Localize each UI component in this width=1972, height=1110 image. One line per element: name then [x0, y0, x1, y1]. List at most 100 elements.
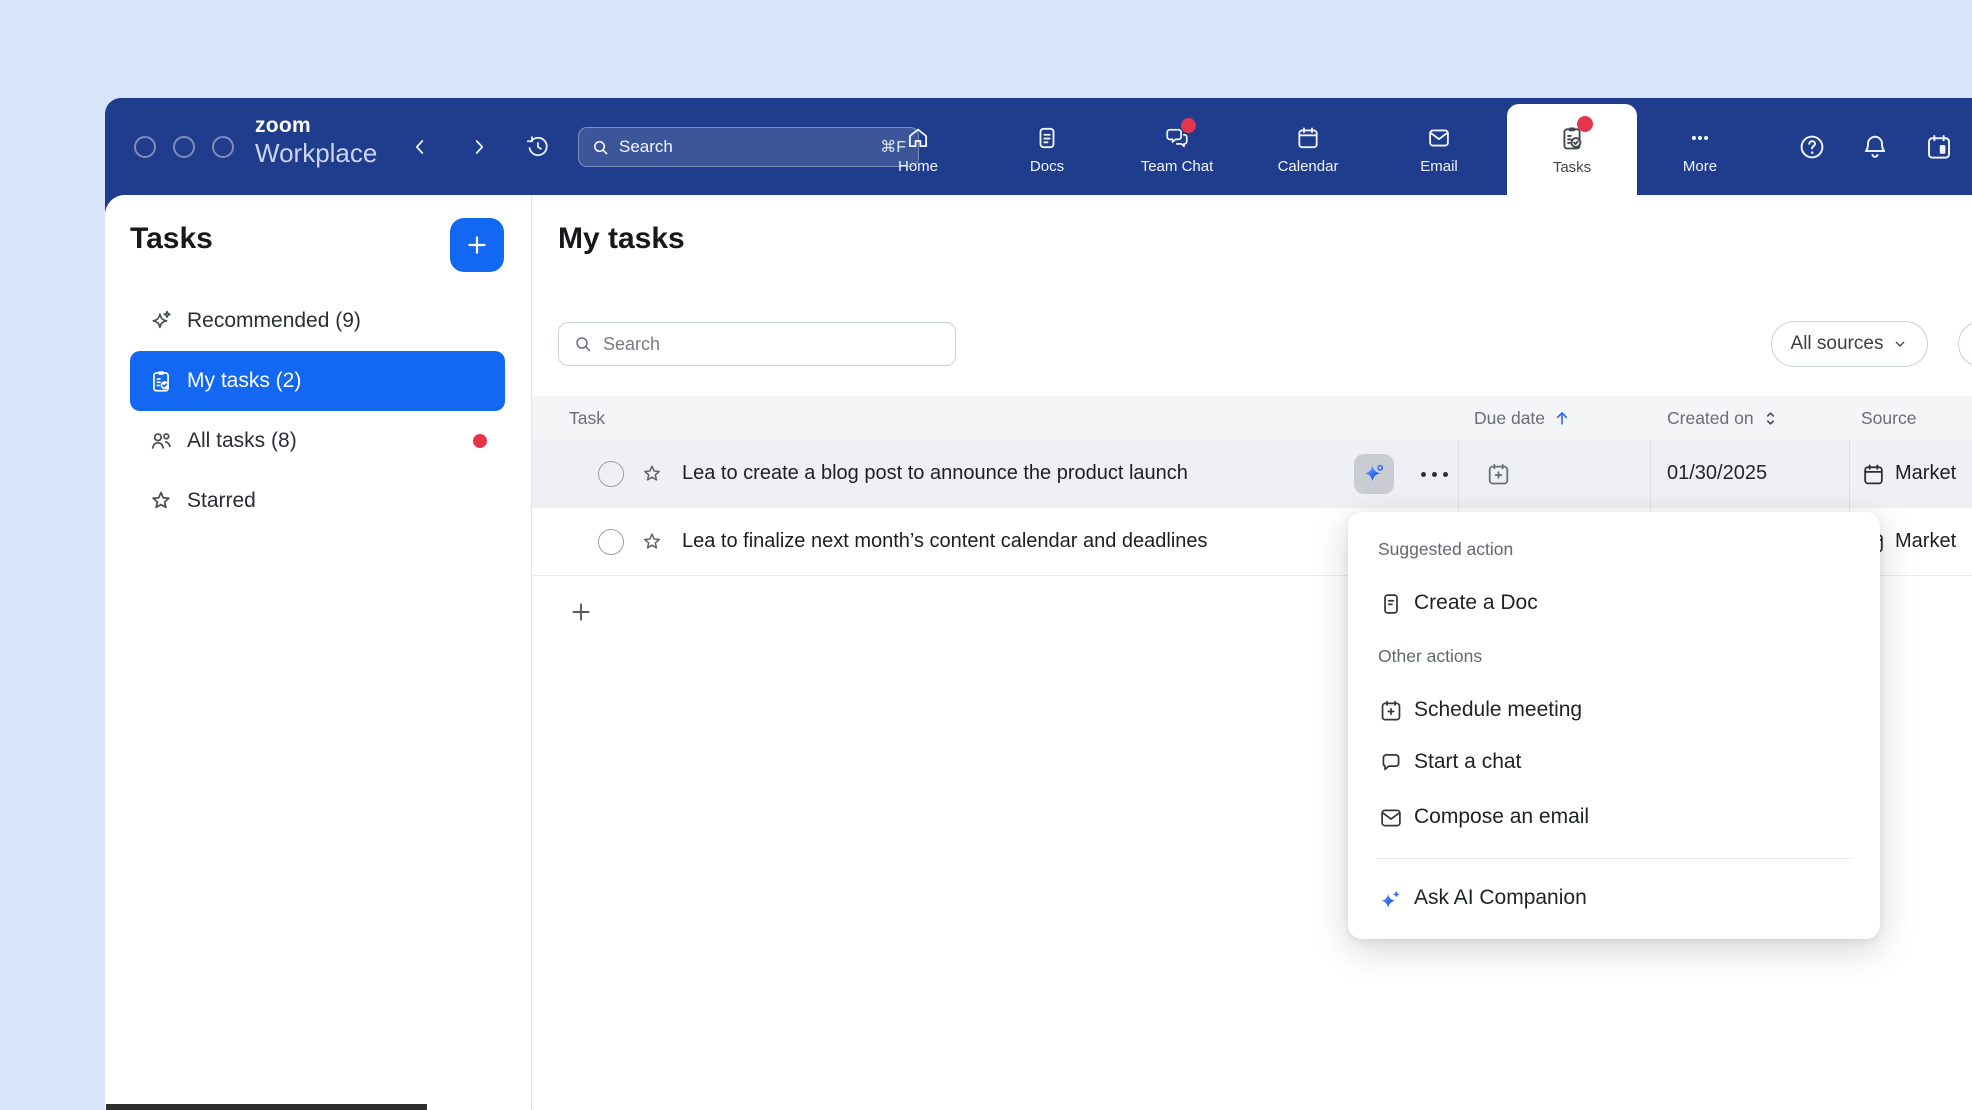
chevron-right-icon [468, 136, 490, 158]
star-icon [148, 488, 174, 514]
row-more-button[interactable] [1412, 458, 1456, 490]
source-calendar-icon [1861, 462, 1886, 487]
menu-item-create-doc[interactable]: Create a Doc [1348, 578, 1880, 630]
task-complete-circle[interactable] [598, 529, 624, 555]
chevron-down-icon [1892, 336, 1908, 352]
search-icon [573, 334, 593, 354]
plus-icon [568, 599, 594, 625]
notifications-button[interactable] [1856, 128, 1894, 166]
more-icon [1687, 125, 1713, 151]
menu-item-ask-ai-companion[interactable]: Ask AI Companion [1348, 873, 1880, 925]
task-search-input[interactable] [603, 334, 941, 355]
task-complete-circle[interactable] [598, 461, 624, 487]
sort-both-icon [1761, 409, 1780, 428]
column-header-due-date[interactable]: Due date [1474, 396, 1572, 440]
tab-docs-label: Docs [1030, 158, 1064, 175]
add-task-button[interactable] [450, 218, 504, 272]
tab-home-label: Home [898, 158, 938, 175]
sidebar-item-my-tasks[interactable]: My tasks (2) [130, 351, 505, 411]
history-icon [525, 134, 551, 160]
history-button[interactable] [519, 128, 557, 166]
tab-calendar[interactable]: Calendar [1253, 104, 1363, 195]
window-control-close[interactable] [134, 136, 156, 158]
task-row[interactable]: Lea to create a blog post to announce th… [532, 440, 1972, 508]
tab-tasks-active[interactable]: Tasks [1507, 104, 1637, 195]
window-control-zoom[interactable] [212, 136, 234, 158]
ai-sparkle-icon [1361, 461, 1387, 487]
suggested-actions-menu: Suggested action Create a Doc Other acti… [1348, 512, 1880, 939]
help-button[interactable] [1793, 128, 1831, 166]
column-header-task: Task [569, 396, 605, 440]
tab-team-chat-label: Team Chat [1141, 158, 1214, 175]
clipped-filter-button[interactable] [1958, 321, 1972, 367]
menu-item-compose-email[interactable]: Compose an email [1348, 792, 1880, 844]
global-search-input[interactable] [619, 137, 871, 157]
tasks-icon [1558, 124, 1586, 152]
star-icon[interactable] [640, 462, 664, 486]
tab-home[interactable]: Home [863, 104, 973, 195]
sort-ascending-icon [1552, 408, 1572, 428]
home-icon [905, 125, 931, 151]
tasks-sidebar: Tasks Recommended (9) My tasks (2) All t… [105, 195, 531, 1110]
menu-item-schedule-meeting[interactable]: Schedule meeting [1348, 685, 1880, 737]
tab-team-chat[interactable]: Team Chat [1122, 104, 1232, 195]
task-source: Market [1895, 462, 1956, 485]
tasks-badge [1577, 116, 1593, 132]
bell-icon [1860, 132, 1890, 162]
window-controls [134, 136, 234, 158]
sidebar-item-all-tasks[interactable]: All tasks (8) [130, 411, 505, 471]
task-created-on: 01/30/2025 [1667, 462, 1767, 485]
all-tasks-badge [473, 434, 487, 448]
logo-suite: Workplace [255, 140, 377, 166]
envelope-icon [1378, 805, 1404, 831]
sidebar-item-label: Recommended (9) [187, 309, 361, 333]
search-icon [591, 138, 610, 157]
help-icon [1797, 132, 1827, 162]
menu-section-label: Other actions [1378, 646, 1482, 667]
zoom-workplace-logo: zoom Workplace [255, 115, 377, 166]
menu-section-label: Suggested action [1378, 539, 1513, 560]
tab-calendar-label: Calendar [1278, 158, 1339, 175]
tab-more[interactable]: More [1645, 104, 1755, 195]
sidebar-item-recommended[interactable]: Recommended (9) [130, 291, 505, 351]
ai-sparkle-icon [1378, 886, 1404, 912]
sidebar-item-label: My tasks (2) [187, 369, 301, 393]
window-control-minimize[interactable] [173, 136, 195, 158]
ai-companion-button[interactable] [1354, 454, 1394, 494]
team-chat-icon [1164, 125, 1190, 151]
menu-item-start-chat[interactable]: Start a chat [1348, 737, 1880, 789]
source-filter-dropdown[interactable]: All sources [1771, 321, 1928, 367]
top-header: zoom Workplace [105, 98, 1972, 195]
add-due-date-icon[interactable] [1485, 461, 1512, 488]
task-source: Market [1895, 530, 1956, 553]
task-search[interactable] [558, 322, 956, 366]
email-icon [1426, 125, 1452, 151]
task-title: Lea to create a blog post to announce th… [682, 462, 1188, 485]
back-button[interactable] [401, 128, 439, 166]
tab-more-label: More [1683, 158, 1717, 175]
source-filter-label: All sources [1791, 333, 1884, 355]
docs-icon [1034, 125, 1060, 151]
plus-icon [464, 232, 490, 258]
chevron-left-icon [409, 136, 431, 158]
calendar-plus-icon [1378, 698, 1404, 724]
task-title: Lea to finalize next month’s content cal… [682, 530, 1208, 553]
today-calendar-button[interactable] [1920, 128, 1958, 166]
column-header-source: Source [1861, 396, 1916, 440]
column-header-created-on[interactable]: Created on [1667, 396, 1780, 440]
chat-bubble-icon [1378, 750, 1404, 776]
window-bottom-edge [106, 1104, 427, 1110]
table-header: Task Due date Created on Source [532, 396, 1972, 440]
tab-docs[interactable]: Docs [992, 104, 1102, 195]
doc-icon [1378, 591, 1404, 617]
star-icon[interactable] [640, 530, 664, 554]
calendar-icon [1295, 125, 1321, 151]
sidebar-item-starred[interactable]: Starred [130, 471, 505, 531]
tab-email[interactable]: Email [1384, 104, 1494, 195]
sparkle-icon [148, 308, 174, 334]
tab-tasks-label: Tasks [1553, 159, 1591, 176]
tab-email-label: Email [1420, 158, 1458, 175]
add-task-inline-button[interactable] [568, 599, 594, 625]
page-title: My tasks [558, 222, 685, 256]
forward-button[interactable] [460, 128, 498, 166]
